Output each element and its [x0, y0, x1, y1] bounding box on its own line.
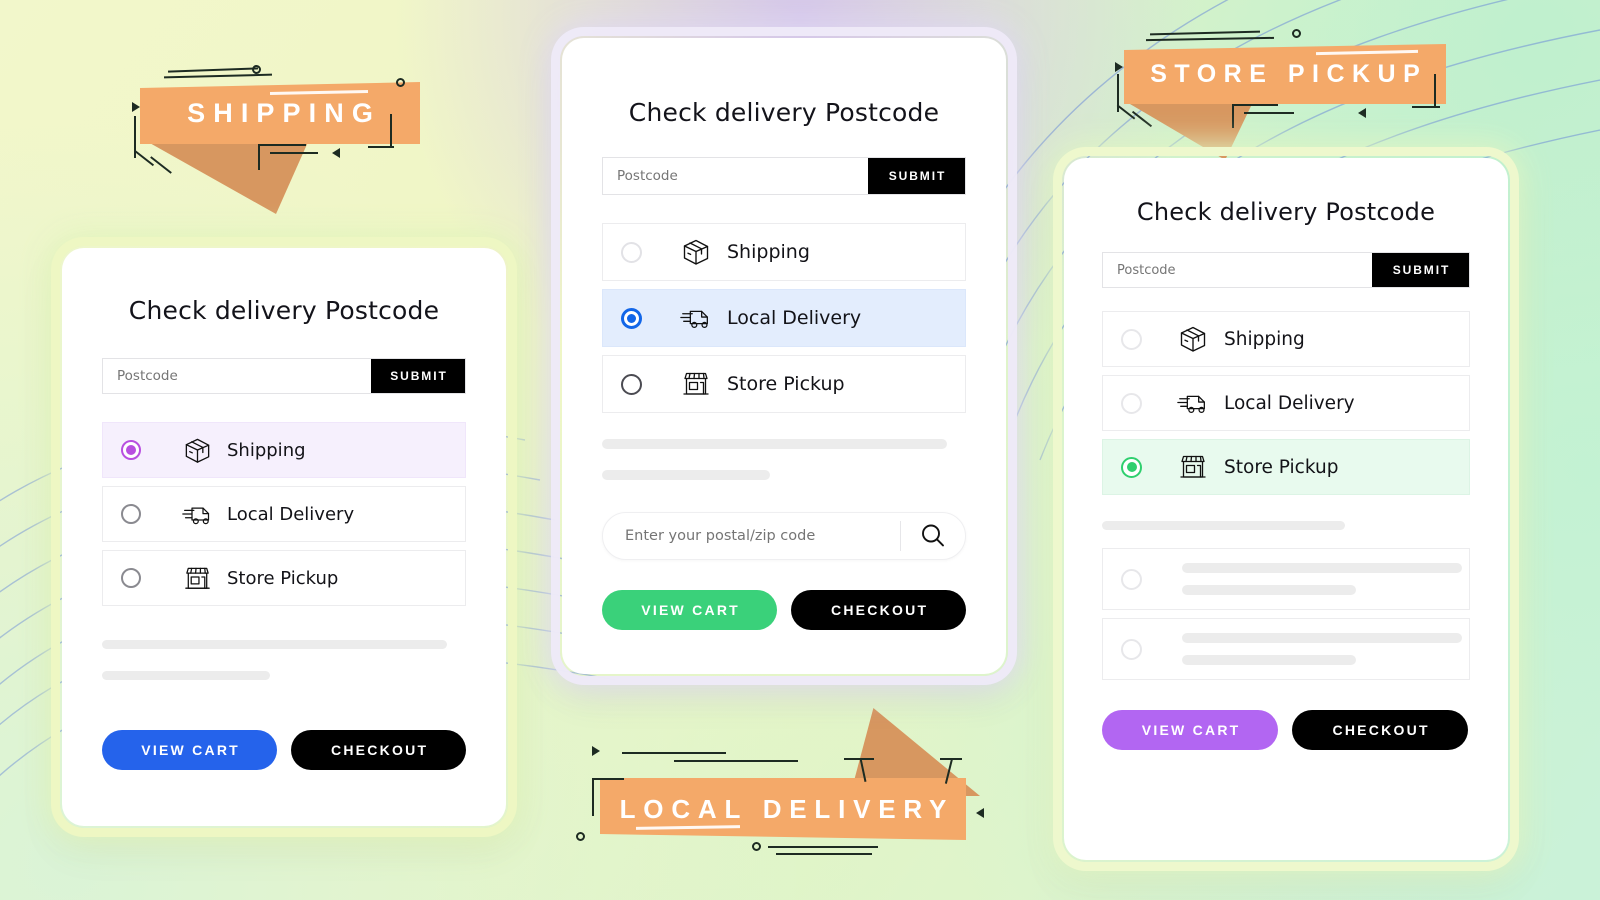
skeleton-line	[1182, 633, 1462, 643]
option-label: Store Pickup	[227, 567, 339, 589]
option-store-pickup[interactable]: Store Pickup	[102, 550, 466, 606]
option-shipping[interactable]: Shipping	[602, 223, 966, 281]
skeleton-line	[102, 671, 270, 680]
option-label: Shipping	[727, 241, 810, 263]
postcode-input[interactable]	[103, 359, 371, 393]
option-label: Store Pickup	[727, 373, 845, 395]
skeleton-placeholder-block	[1102, 521, 1470, 530]
page-title: Check delivery Postcode	[628, 98, 940, 127]
delivery-options-list: Shipping Local Delivery Store Pickup	[1102, 311, 1470, 495]
storefront-icon	[177, 558, 217, 598]
checkout-button[interactable]: CHECKOUT	[291, 730, 466, 770]
option-local-delivery[interactable]: Local Delivery	[102, 486, 466, 542]
option-label: Shipping	[1224, 328, 1305, 350]
skeleton-list-item[interactable]	[1102, 548, 1470, 610]
delivery-truck-icon	[675, 297, 717, 339]
option-shipping[interactable]: Shipping	[1102, 311, 1470, 367]
radio-shipping[interactable]	[121, 440, 141, 460]
skeleton-list-item[interactable]	[1102, 618, 1470, 680]
delivery-card-shipping: Check delivery Postcode SUBMIT	[62, 248, 506, 826]
radio-placeholder[interactable]	[1121, 638, 1142, 660]
radio-shipping[interactable]	[1121, 328, 1142, 350]
skeleton-line	[1182, 563, 1462, 573]
zip-code-input[interactable]	[603, 528, 900, 544]
page-title: Check delivery Postcode	[128, 296, 440, 325]
banner-shipping-label: SHIPPING	[187, 97, 381, 128]
banner-store-pickup-label: STORE PICKUP	[1150, 59, 1428, 88]
delivery-card-store-pickup: Check delivery Postcode SUBMIT	[1064, 158, 1508, 860]
package-icon	[675, 231, 717, 273]
option-local-delivery[interactable]: Local Delivery	[1102, 375, 1470, 431]
postcode-input[interactable]	[1103, 253, 1372, 287]
option-label: Local Delivery	[227, 503, 355, 525]
storefront-icon	[675, 363, 717, 405]
skeleton-line	[1102, 521, 1345, 530]
postcode-form: SUBMIT	[1102, 252, 1470, 288]
view-cart-button[interactable]: VIEW CART	[1102, 710, 1278, 750]
zip-search-form	[602, 512, 966, 560]
delivery-truck-icon	[177, 494, 217, 534]
page-title: Check delivery Postcode	[1136, 198, 1436, 226]
radio-dot	[627, 313, 636, 323]
radio-shipping[interactable]	[621, 241, 642, 263]
delivery-card-local-delivery: Check delivery Postcode SUBMIT	[562, 38, 1006, 674]
banner-shipping: SHIPPING	[132, 60, 440, 214]
storefront-icon	[1172, 446, 1214, 488]
checkout-button[interactable]: CHECKOUT	[1292, 710, 1468, 750]
view-cart-button[interactable]: VIEW CART	[602, 590, 777, 630]
card-actions: VIEW CART CHECKOUT	[102, 730, 466, 770]
option-label: Store Pickup	[1224, 456, 1339, 478]
radio-store-pickup[interactable]	[621, 373, 642, 395]
submit-button[interactable]: SUBMIT	[1372, 253, 1469, 287]
radio-local-delivery[interactable]	[121, 504, 141, 524]
delivery-options-list: Shipping Local Delivery Store Pickup	[102, 422, 466, 606]
skeleton-placeholder-block	[602, 439, 966, 480]
option-label: Shipping	[227, 439, 306, 461]
card-actions: VIEW CART CHECKOUT	[1102, 710, 1470, 750]
banner-store-pickup: STORE PICKUP	[1115, 26, 1464, 160]
submit-button[interactable]: SUBMIT	[868, 158, 965, 194]
option-label: Local Delivery	[1224, 392, 1355, 414]
delivery-options-list: Shipping Local Delivery Store Pickup	[602, 223, 966, 413]
option-local-delivery[interactable]: Local Delivery	[602, 289, 966, 347]
package-icon	[1172, 318, 1214, 360]
postcode-input[interactable]	[603, 158, 868, 194]
card-actions: VIEW CART CHECKOUT	[602, 590, 966, 630]
checkout-button[interactable]: CHECKOUT	[791, 590, 966, 630]
radio-store-pickup[interactable]	[121, 568, 141, 588]
radio-dot	[126, 445, 136, 455]
option-shipping[interactable]: Shipping	[102, 422, 466, 478]
option-label: Local Delivery	[727, 307, 862, 329]
skeleton-option-list	[1102, 548, 1470, 680]
radio-store-pickup[interactable]	[1121, 456, 1142, 478]
banner-label-slab: LOCAL DELIVERY	[600, 778, 966, 840]
radio-dot	[1126, 462, 1137, 472]
skeleton-placeholder-block	[102, 640, 466, 680]
radio-placeholder[interactable]	[1121, 568, 1142, 590]
skeleton-line	[1182, 655, 1356, 665]
skeleton-line	[1182, 585, 1356, 595]
skeleton-line	[602, 470, 770, 480]
postcode-form: SUBMIT	[602, 157, 966, 195]
option-store-pickup[interactable]: Store Pickup	[602, 355, 966, 413]
submit-button[interactable]: SUBMIT	[371, 359, 465, 393]
banner-local-delivery-label: LOCAL DELIVERY	[619, 793, 955, 824]
view-cart-button[interactable]: VIEW CART	[102, 730, 277, 770]
package-icon	[177, 430, 217, 470]
search-icon[interactable]	[901, 513, 965, 559]
postcode-form: SUBMIT	[102, 358, 466, 394]
option-store-pickup[interactable]: Store Pickup	[1102, 439, 1470, 495]
delivery-truck-icon	[1172, 382, 1214, 424]
radio-local-delivery[interactable]	[1121, 392, 1142, 414]
skeleton-line	[102, 640, 447, 649]
skeleton-line	[602, 439, 947, 449]
banner-local-delivery: LOCAL DELIVERY	[576, 700, 984, 855]
radio-local-delivery[interactable]	[621, 307, 642, 329]
